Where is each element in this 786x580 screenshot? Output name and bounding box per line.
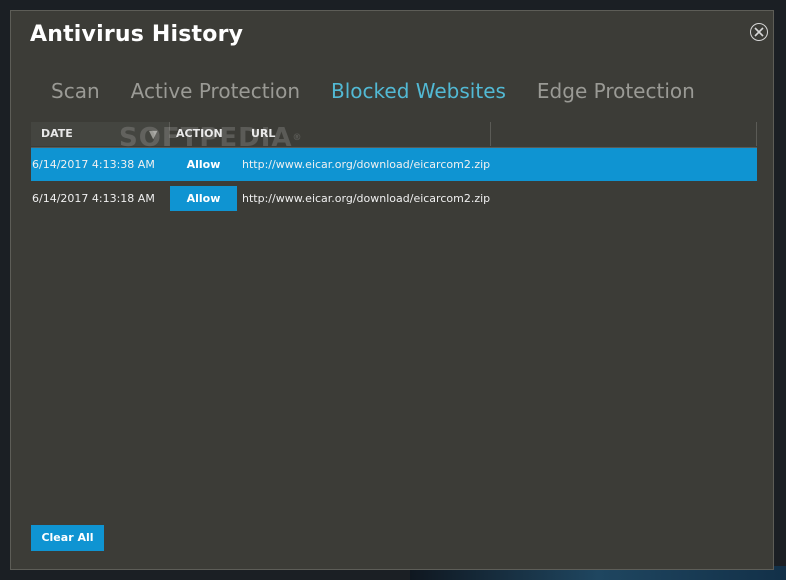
tab-active-protection[interactable]: Active Protection [131,79,300,103]
antivirus-history-dialog: Antivirus History Scan Active Protection… [10,10,774,570]
table-row[interactable]: 6/14/2017 4:13:38 AM Allow http://www.ei… [31,148,757,182]
column-divider[interactable] [169,122,170,146]
tab-bar: Scan Active Protection Blocked Websites … [51,79,695,103]
column-divider[interactable] [756,122,757,146]
allow-button[interactable]: Allow [170,186,237,211]
tab-edge-protection[interactable]: Edge Protection [537,79,695,103]
close-button[interactable] [750,23,768,41]
tab-blocked-websites[interactable]: Blocked Websites [331,79,506,103]
column-header-url[interactable]: URL [251,122,275,146]
table-header: DATE ▼ ACTION URL SOFTPEDIA® [31,122,757,151]
row-date: 6/14/2017 4:13:18 AM [32,192,155,205]
column-header-date-label: DATE [41,127,73,140]
column-divider[interactable] [490,122,491,146]
sort-down-icon[interactable]: ▼ [149,128,157,141]
history-table: DATE ▼ ACTION URL SOFTPEDIA® 6/14/2017 4… [31,122,757,216]
tab-scan[interactable]: Scan [51,79,100,103]
row-date: 6/14/2017 4:13:38 AM [32,158,155,171]
table-row[interactable]: 6/14/2017 4:13:18 AM Allow http://www.ei… [31,182,757,216]
close-icon [754,27,764,37]
clear-all-button[interactable]: Clear All [31,525,104,551]
dialog-title: Antivirus History [30,22,244,47]
row-url: http://www.eicar.org/download/eicarcom2.… [242,192,491,205]
row-url: http://www.eicar.org/download/eicarcom2.… [242,158,491,171]
column-header-action[interactable]: ACTION [176,122,223,146]
allow-button[interactable]: Allow [170,152,237,177]
